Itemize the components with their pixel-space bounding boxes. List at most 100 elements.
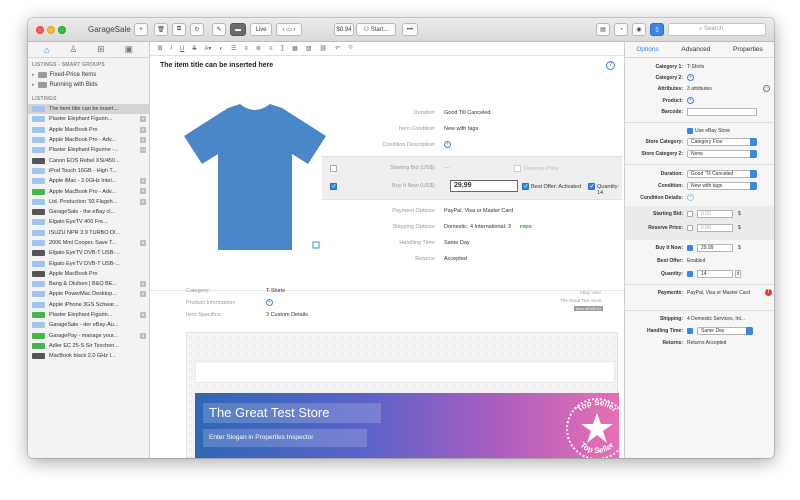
buy-now-checkbox-ins[interactable] [687, 245, 693, 251]
condition-details-icon[interactable]: + [687, 194, 694, 201]
reserve-input[interactable]: 0.00 [697, 224, 733, 232]
disclosure-icon[interactable]: ▸ [32, 72, 35, 78]
image-icon[interactable]: ▧ [306, 45, 312, 52]
handling-value[interactable]: Same Day [444, 240, 470, 246]
reserve-checkbox-ins[interactable] [687, 225, 693, 231]
returns-value[interactable]: Accepted [444, 256, 467, 262]
listing-item[interactable]: Plaster Elephant Figurin... 8 [28, 310, 149, 320]
handling-select[interactable]: Same Day [697, 327, 753, 335]
text-style-icon[interactable]: T̲ [280, 46, 284, 52]
starting-bid-value[interactable]: — [444, 165, 450, 171]
shipping-value-ins[interactable]: 4 Domestic Services, Int... [687, 316, 745, 322]
quantity-checkbox[interactable] [588, 183, 595, 190]
shipping-value[interactable]: Domestic: 4 International: 3 [444, 224, 511, 230]
reserve-price-checkbox[interactable] [514, 165, 521, 172]
listing-item[interactable]: Apple MacBook Pro 8 [28, 125, 149, 135]
quantity-checkbox-ins[interactable] [687, 271, 693, 277]
table-icon[interactable]: ▦ [292, 45, 298, 52]
listing-item[interactable]: GaragePay - manage your... 8 [28, 331, 149, 341]
category-value[interactable]: T-Shirts [266, 288, 285, 294]
listing-item[interactable]: Apple iMac - 2.0GHz Intel... 8 [28, 176, 149, 186]
duplicate-button[interactable]: ⧉ [172, 23, 186, 36]
listing-item[interactable]: Bang & Olufsen | B&O BE... 8 [28, 279, 149, 289]
account-button[interactable]: ◉ [632, 23, 646, 36]
duration-value[interactable]: Good Till Canceled [444, 110, 490, 116]
listing-item[interactable]: Apple MacBook Pro - Adv... 8 [28, 135, 149, 145]
listing-item[interactable]: Apple PowerMac Desktop... 8 [28, 289, 149, 299]
start-button[interactable]: ⚇ Start... [356, 23, 396, 36]
search-input[interactable]: ⌕ Search [668, 23, 766, 36]
store-title[interactable]: The Great Test Store [203, 403, 381, 423]
add-product-icon[interactable]: + [687, 97, 694, 104]
italic-icon[interactable]: I [170, 46, 172, 52]
listings-tab-icon[interactable]: ⌂ [44, 45, 49, 55]
listing-item[interactable]: 2006 Mini Cooper, Save T... 8 [28, 238, 149, 248]
cart-tab-icon[interactable]: ⊞ [97, 44, 105, 55]
condition-value[interactable]: New with tags [444, 126, 478, 132]
strike-icon[interactable]: S [192, 46, 196, 52]
bold-icon[interactable]: B [158, 46, 162, 52]
starting-bid-input[interactable]: 0.00 [697, 210, 733, 218]
code-icon[interactable]: ⟐ [348, 45, 353, 52]
store-category-select[interactable]: Category Four [687, 138, 757, 146]
link-icon[interactable]: ⛓ [319, 45, 327, 52]
listing-item[interactable]: Plaster Elephant Figurine -... 13 [28, 145, 149, 155]
more-button[interactable]: ••• [402, 23, 418, 36]
buy-now-input-ins[interactable]: 29.99 [697, 244, 733, 252]
tab-advanced[interactable]: Advanced [681, 46, 710, 53]
activity-button[interactable]: ◔ [614, 23, 628, 36]
attributes-value[interactable]: 3 attributes [687, 86, 712, 92]
attributes-minus-icon[interactable]: − [763, 85, 770, 92]
underline-icon[interactable]: U [180, 46, 184, 52]
listing-item[interactable]: Elgato EyeTV DVB-T USB-... [28, 248, 149, 258]
price-button[interactable]: $0.94 [334, 23, 354, 36]
help-icon[interactable]: ? [606, 61, 615, 70]
edit-button[interactable]: ✎ [212, 23, 226, 36]
tshirt-image[interactable] [180, 102, 330, 254]
store-slogan[interactable]: Enter Slogan in Properties Inspector [203, 429, 367, 447]
inbox-button[interactable]: ▤ [596, 23, 610, 36]
quantity-stepper[interactable]: ⇕ [735, 270, 741, 278]
inspector-toggle[interactable]: ▯ [650, 23, 664, 36]
zoom-window-button[interactable] [58, 26, 66, 34]
buy-now-checkbox[interactable] [330, 183, 337, 190]
list-icon[interactable]: ☰ [231, 45, 236, 52]
delete-button[interactable]: 🗑 [154, 23, 168, 36]
specifics-value[interactable]: 3 Custom Details [266, 312, 308, 318]
listing-item[interactable]: Apple iPhone 3GS Schwar... [28, 300, 149, 310]
listing-item[interactable]: Apple MacBook Pro - Adv... 8 [28, 186, 149, 196]
align-center-icon[interactable]: ≣ [256, 45, 261, 52]
payments-value[interactable]: PayPal, Visa or Master Card [687, 290, 750, 296]
live-button[interactable]: Live [250, 23, 272, 36]
listing-item[interactable]: GarageSale - der eBay-Au... [28, 320, 149, 330]
listing-item[interactable]: Elgato EyeTV DVB-T USB-... [28, 258, 149, 268]
item-id-button[interactable]: Item #0000 ID [574, 306, 604, 311]
listing-item[interactable]: The item title can be insert... [28, 104, 149, 115]
warning-icon[interactable]: ! [765, 289, 772, 296]
refresh-button[interactable]: ↻ [190, 23, 204, 36]
condition-select[interactable]: New with tags [687, 182, 757, 190]
listing-item[interactable]: iPod Touch 16GB - High T... [28, 166, 149, 176]
disclosure-icon[interactable]: ▸ [32, 82, 35, 88]
quantity-input[interactable]: 14 [697, 270, 733, 278]
font-size-icon[interactable]: A▾ [204, 45, 211, 52]
handling-checkbox[interactable] [687, 328, 693, 334]
listing-item[interactable]: Ltd. Production '93 Flagsh... 8 [28, 197, 149, 207]
use-store-checkbox[interactable] [687, 128, 693, 134]
barcode-input[interactable] [687, 108, 757, 116]
add-listing-button[interactable]: + [134, 23, 148, 36]
listing-item[interactable]: MacBook black 2.0 GHz I... [28, 351, 149, 361]
add-category2-icon[interactable]: + [687, 74, 694, 81]
category1-value[interactable]: T-Shirts [687, 64, 704, 70]
users-tab-icon[interactable]: ♙ [69, 44, 77, 55]
color-icon[interactable]: ◐ [219, 46, 223, 52]
device-preview-button[interactable]: ‹ ▭ › [276, 23, 302, 36]
returns-value-ins[interactable]: Returns Accepted [687, 340, 726, 346]
condition-description-icon[interactable]: + [444, 141, 451, 148]
starting-bid-checkbox-ins[interactable] [687, 211, 693, 217]
undo-icon[interactable]: ↶ [335, 45, 340, 52]
product-info-icon[interactable]: + [266, 299, 273, 306]
tab-properties[interactable]: Properties [733, 46, 763, 53]
listing-item[interactable]: Plaster Elephant Figurin... 8 [28, 114, 149, 124]
listing-item[interactable]: Adler EC 25-S Sir Teschen... [28, 341, 149, 351]
